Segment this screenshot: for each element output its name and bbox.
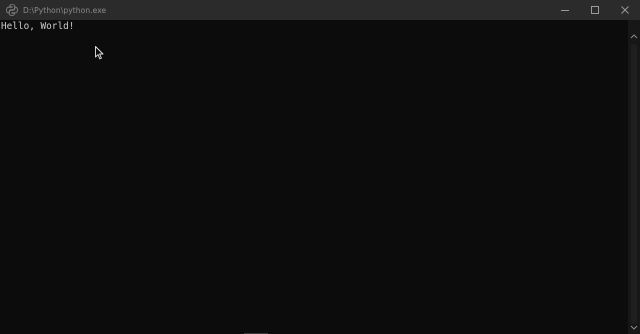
title-bar[interactable]: D:\Python\python.exe: [0, 0, 640, 20]
python-icon[interactable]: [4, 2, 20, 18]
console-output-line: Hello, World!: [1, 21, 75, 32]
chevron-up-icon: [630, 34, 638, 39]
close-icon: [621, 6, 629, 14]
chevron-down-icon: [630, 325, 638, 330]
minimize-button[interactable]: [550, 0, 580, 20]
caption-buttons: [550, 0, 640, 20]
console-output-area[interactable]: Hello, World!: [0, 20, 628, 334]
maximize-button[interactable]: [580, 0, 610, 20]
close-button[interactable]: [610, 0, 640, 20]
scroll-up-button[interactable]: [628, 30, 640, 42]
console-window: D:\Python\python.exe Hello, World!: [0, 0, 640, 334]
maximize-icon: [591, 6, 599, 14]
scroll-thumb[interactable]: [631, 44, 637, 324]
minimize-icon: [561, 10, 569, 11]
mouse-pointer-icon: [95, 46, 104, 60]
window-title: D:\Python\python.exe: [23, 5, 107, 15]
vertical-scrollbar[interactable]: [628, 20, 640, 334]
scroll-down-button[interactable]: [628, 322, 640, 334]
